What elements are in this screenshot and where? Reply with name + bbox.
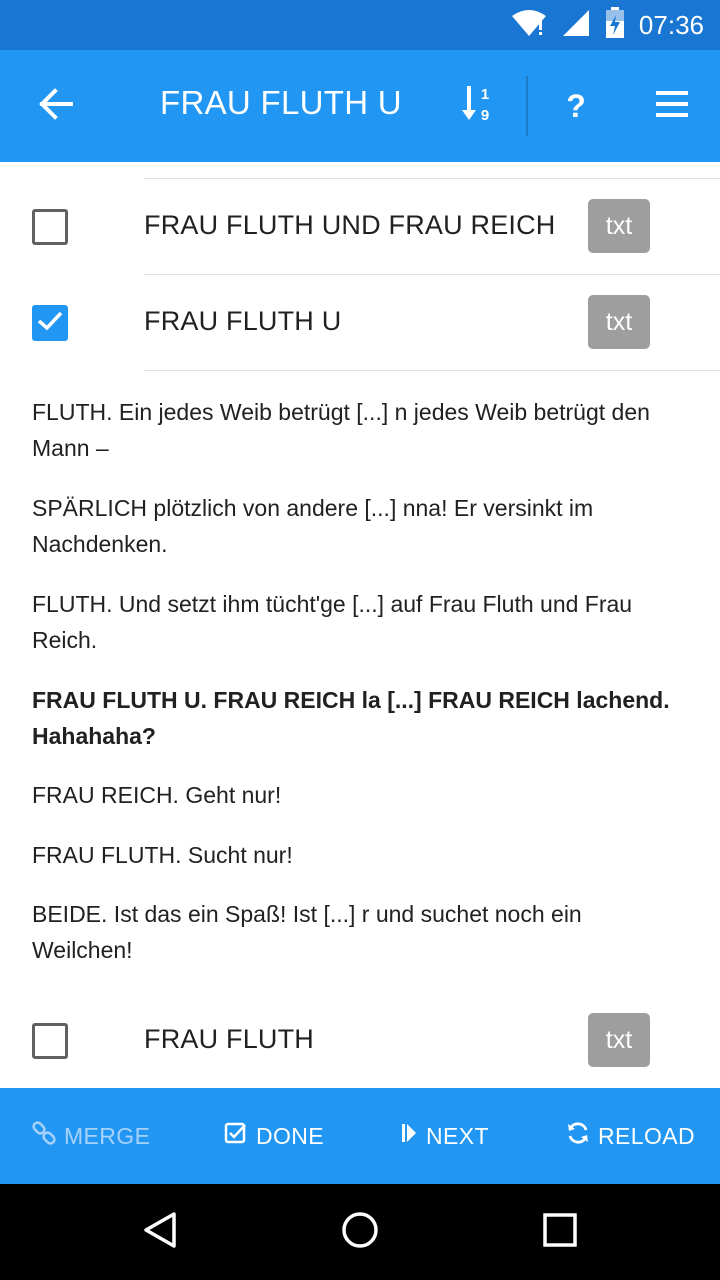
help-icon: ? [566, 87, 586, 124]
check-icon [37, 311, 63, 336]
square-recents-icon [540, 1210, 580, 1255]
step-forward-icon [400, 1121, 418, 1151]
status-time: 07:36 [638, 9, 704, 40]
triangle-back-icon [140, 1210, 180, 1255]
dialogue-paragraph-highlight: FRAU FLUTH U. FRAU REICH la [...] FRAU R… [32, 687, 670, 749]
menu-button[interactable] [642, 76, 702, 136]
item-checkbox[interactable] [32, 209, 68, 245]
battery-charging-icon [605, 6, 625, 44]
txt-button[interactable]: txt [588, 1013, 650, 1067]
dialogue-paragraph: BEIDE. Ist das ein Spaß! Ist [...] r und… [32, 901, 582, 963]
dialogue-paragraph: FLUTH. Ein jedes Weib betrügt [...] n je… [32, 399, 650, 461]
done-label: DONE [256, 1122, 325, 1149]
dialogue-paragraph: FRAU REICH. Geht nur! [32, 782, 282, 808]
list-item[interactable]: FRAU FLUTH UND FRAU REICH txt [0, 178, 720, 274]
page-title: FRAU FLUTH U [160, 84, 402, 121]
sort-numeric-icon: 1 9 [461, 84, 495, 129]
list-item[interactable]: FRAU FLUTH txt [0, 992, 720, 1088]
svg-text:9: 9 [481, 107, 489, 124]
list-item[interactable]: FRAU FLUTH U txt [0, 274, 720, 370]
merge-label: MERGE [64, 1122, 151, 1149]
item-checkbox[interactable] [32, 305, 68, 341]
circle-home-icon [340, 1210, 380, 1255]
list-item-label: FRAU FLUTH UND FRAU REICH [144, 210, 556, 240]
done-button[interactable]: DONE [224, 1088, 324, 1184]
back-button[interactable] [24, 78, 88, 134]
reload-button[interactable]: RELOAD [566, 1088, 695, 1184]
sort-button[interactable]: 1 9 [448, 76, 508, 136]
checkbox-marked-icon [224, 1121, 248, 1151]
status-bar: 07:36 [0, 0, 720, 50]
app-bar: FRAU FLUTH U 1 9 ? [0, 50, 720, 162]
arrow-back-icon [38, 87, 74, 125]
dialogue-paragraph: SPÄRLICH plötzlich von andere [...] nna!… [32, 495, 594, 557]
status-icons: 07:36 [511, 6, 704, 44]
list-item-label: FRAU FLUTH [144, 1024, 314, 1054]
nav-back-button[interactable] [130, 1202, 190, 1262]
dialogue-paragraph: FLUTH. Und setzt ihm tücht'ge [...] auf … [32, 591, 633, 653]
txt-button[interactable]: txt [588, 295, 650, 349]
reload-label: RELOAD [598, 1122, 695, 1149]
refresh-icon [566, 1121, 590, 1151]
toolbar-divider [526, 76, 528, 136]
menu-icon [656, 90, 688, 122]
txt-button[interactable]: txt [588, 199, 650, 253]
svg-text:1: 1 [481, 86, 489, 103]
nav-recents-button[interactable] [530, 1202, 590, 1262]
merge-button[interactable]: MERGE [32, 1088, 150, 1184]
signal-icon [561, 8, 591, 43]
system-nav-bar [0, 1184, 720, 1280]
list-divider [144, 370, 720, 371]
bottom-toolbar: MERGE DONE NEXT RELOAD [0, 1088, 720, 1184]
link-icon [32, 1121, 56, 1151]
item-checkbox[interactable] [32, 1023, 68, 1059]
next-button[interactable]: NEXT [400, 1088, 489, 1184]
wifi-icon [511, 8, 547, 43]
next-label: NEXT [426, 1122, 489, 1149]
list-item-label: FRAU FLUTH U [144, 306, 342, 336]
dialogue-paragraph: FRAU FLUTH. Sucht nur! [32, 842, 293, 868]
help-button[interactable]: ? [546, 76, 606, 136]
nav-home-button[interactable] [330, 1202, 390, 1262]
